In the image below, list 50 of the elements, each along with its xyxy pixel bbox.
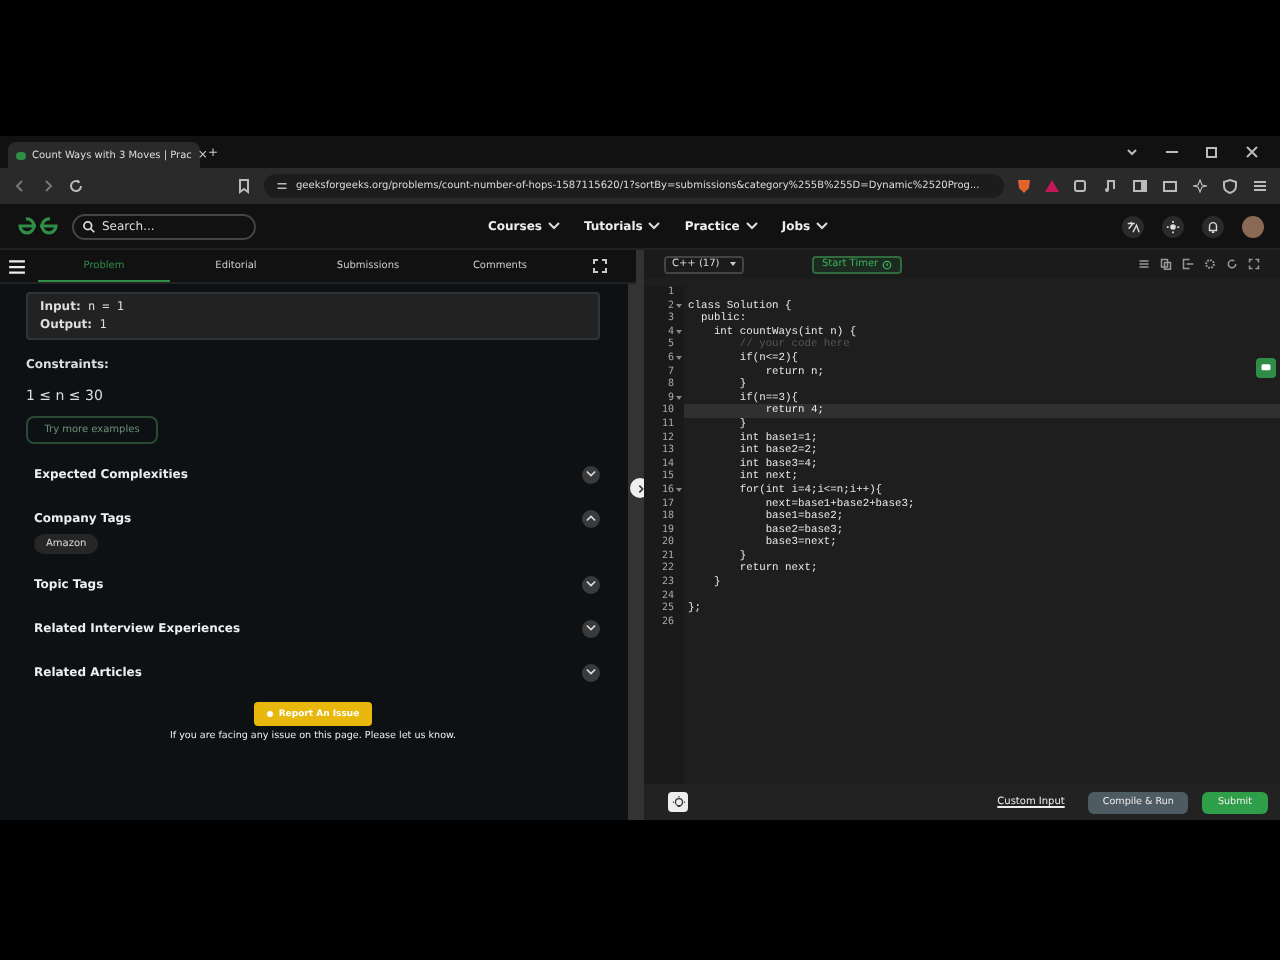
chevron-up-icon: [586, 514, 596, 522]
translate-icon[interactable]: [1122, 215, 1144, 237]
expand-toggle[interactable]: [582, 619, 600, 637]
reset-icon[interactable]: [1226, 258, 1238, 270]
fold-caret-icon[interactable]: [676, 330, 682, 335]
reload-icon[interactable]: [68, 178, 84, 194]
sidebar-icon[interactable]: [1132, 178, 1148, 194]
fullscreen-icon[interactable]: [1248, 258, 1260, 270]
logo-icon[interactable]: [16, 216, 60, 236]
back-icon[interactable]: [12, 178, 28, 194]
collapse-toggle[interactable]: [582, 509, 600, 527]
music-note-icon[interactable]: [1102, 178, 1118, 194]
close-icon[interactable]: [1244, 144, 1260, 160]
fold-caret-icon[interactable]: [676, 488, 682, 493]
expand-toggle[interactable]: [582, 663, 600, 681]
chevron-down-icon: [816, 222, 829, 230]
sun-icon[interactable]: [1162, 215, 1184, 237]
expand-toggle[interactable]: [582, 575, 600, 593]
sparkle-icon[interactable]: [1192, 178, 1208, 194]
clock-icon: [882, 259, 893, 269]
chevron-down-icon: [586, 470, 596, 478]
chevron-down-icon: [586, 624, 596, 632]
fold-caret-icon[interactable]: [676, 303, 682, 308]
triangle-icon[interactable]: [1044, 178, 1060, 194]
chevron-down-icon: [586, 580, 596, 588]
fullscreen-icon[interactable]: [592, 258, 608, 274]
chat-icon[interactable]: [1256, 358, 1276, 378]
avatar[interactable]: [1242, 215, 1264, 237]
fold-caret-icon[interactable]: [676, 396, 682, 401]
bookmark-icon[interactable]: [236, 178, 252, 194]
caret-icon: [730, 262, 736, 266]
search-icon[interactable]: [82, 219, 96, 233]
chevron-down-icon: [586, 668, 596, 676]
copy-icon[interactable]: [1160, 258, 1172, 270]
site-favicon-icon: [16, 151, 26, 159]
shield-icon[interactable]: [1222, 178, 1238, 194]
chevron-down-icon[interactable]: [1124, 144, 1140, 160]
lightbulb-icon[interactable]: [668, 792, 688, 812]
settings-icon[interactable]: [1204, 258, 1216, 270]
bell-icon[interactable]: [1202, 215, 1224, 237]
restore-icon[interactable]: [1204, 144, 1220, 160]
chevron-down-icon: [648, 222, 661, 230]
list-icon[interactable]: [1138, 258, 1150, 270]
forward-icon[interactable]: [40, 178, 56, 194]
expand-toggle[interactable]: [582, 465, 600, 483]
export-icon[interactable]: [1182, 258, 1194, 270]
menu-icon[interactable]: [1252, 178, 1268, 194]
fold-caret-icon[interactable]: [676, 356, 682, 361]
chevron-down-icon: [745, 222, 758, 230]
chevron-down-icon: [547, 222, 560, 230]
